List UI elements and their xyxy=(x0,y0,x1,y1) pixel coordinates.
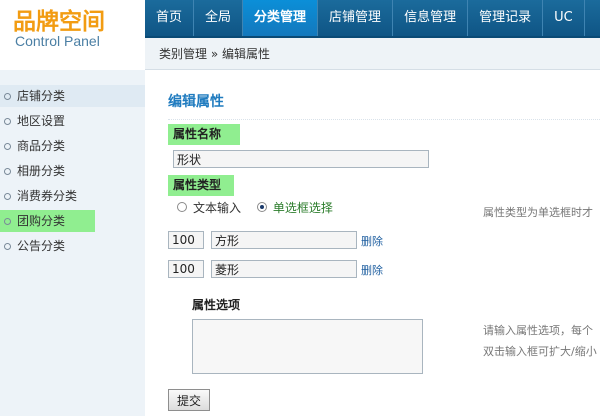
main-content: 编辑属性 属性名称 属性类型 文本输入 单选框选择 属性类型为单选框时才 删除 … xyxy=(145,71,600,416)
radio-text-input[interactable]: 文本输入 xyxy=(177,200,241,216)
sidebar-item-label: 地区设置 xyxy=(17,114,66,128)
bullet-icon xyxy=(4,118,11,125)
attribute-options-textarea[interactable] xyxy=(192,319,423,374)
radio-icon xyxy=(177,202,187,212)
attribute-name-label: 属性名称 xyxy=(168,124,240,145)
sidebar-item-region-settings[interactable]: 地区设置 xyxy=(0,109,145,134)
bullet-icon xyxy=(4,218,11,225)
sidebar-item-groupbuy-category[interactable]: 团购分类 xyxy=(0,209,145,234)
attribute-options-hint: 请输入属性选项，每个 xyxy=(483,324,593,337)
bullet-icon xyxy=(4,93,11,100)
breadcrumb: 类别管理 » 编辑属性 xyxy=(145,38,600,70)
bullet-icon xyxy=(4,193,11,200)
option-value-input[interactable] xyxy=(211,231,357,249)
submit-button[interactable]: 提交 xyxy=(168,389,210,411)
sidebar-item-label: 消费券分类 xyxy=(17,189,78,203)
nav-uc[interactable]: UC xyxy=(543,0,585,36)
sidebar-item-label: 商品分类 xyxy=(17,139,66,153)
top-nav: 首页 全局 分类管理 店铺管理 信息管理 管理记录 UC xyxy=(145,0,585,36)
option-value-input[interactable] xyxy=(211,260,357,278)
nav-home[interactable]: 首页 xyxy=(145,0,195,36)
nav-store-management[interactable]: 店铺管理 xyxy=(318,0,394,36)
bullet-icon xyxy=(4,168,11,175)
bullet-icon xyxy=(4,243,11,250)
sidebar-item-label: 公告分类 xyxy=(17,239,66,253)
sidebar-item-label: 团购分类 xyxy=(17,214,66,228)
nav-admin-log[interactable]: 管理记录 xyxy=(468,0,544,36)
radio-single-select[interactable]: 单选框选择 xyxy=(256,200,333,216)
sidebar-item-coupon-category[interactable]: 消费券分类 xyxy=(0,184,145,209)
sidebar-item-label: 相册分类 xyxy=(17,164,66,178)
logo-title: 品牌空间 xyxy=(13,9,105,35)
sidebar-item-store-category[interactable]: 店铺分类 xyxy=(0,84,145,109)
sidebar-item-product-category[interactable]: 商品分类 xyxy=(0,134,145,159)
delete-option-link[interactable]: 删除 xyxy=(361,233,383,249)
option-order-input[interactable] xyxy=(168,260,204,278)
attribute-name-input[interactable] xyxy=(173,150,429,168)
attribute-options-label: 属性选项 xyxy=(192,298,241,312)
nav-category-management[interactable]: 分类管理 xyxy=(243,0,319,36)
attribute-type-radio-group: 文本输入 单选框选择 xyxy=(177,200,345,216)
radio-checked-icon xyxy=(256,202,267,212)
nav-global[interactable]: 全局 xyxy=(194,0,244,36)
sidebar-item-label: 店铺分类 xyxy=(17,89,66,103)
divider xyxy=(168,119,600,120)
logo: 品牌空间 Control Panel xyxy=(0,0,145,60)
sidebar: 店铺分类 地区设置 商品分类 相册分类 消费券分类 团购分类 公告分类 xyxy=(0,70,145,416)
sidebar-item-notice-category[interactable]: 公告分类 xyxy=(0,234,145,259)
page-title: 编辑属性 xyxy=(168,94,224,110)
attribute-options-hint-2: 双击输入框可扩大/缩小 xyxy=(483,345,597,358)
attribute-type-label: 属性类型 xyxy=(168,175,234,196)
attribute-type-hint: 属性类型为单选框时才 xyxy=(483,206,593,219)
option-order-input[interactable] xyxy=(168,231,204,249)
delete-option-link[interactable]: 删除 xyxy=(361,262,383,278)
logo-subtitle: Control Panel xyxy=(15,33,100,49)
bullet-icon xyxy=(4,143,11,150)
nav-info-management[interactable]: 信息管理 xyxy=(393,0,469,36)
sidebar-item-album-category[interactable]: 相册分类 xyxy=(0,159,145,184)
